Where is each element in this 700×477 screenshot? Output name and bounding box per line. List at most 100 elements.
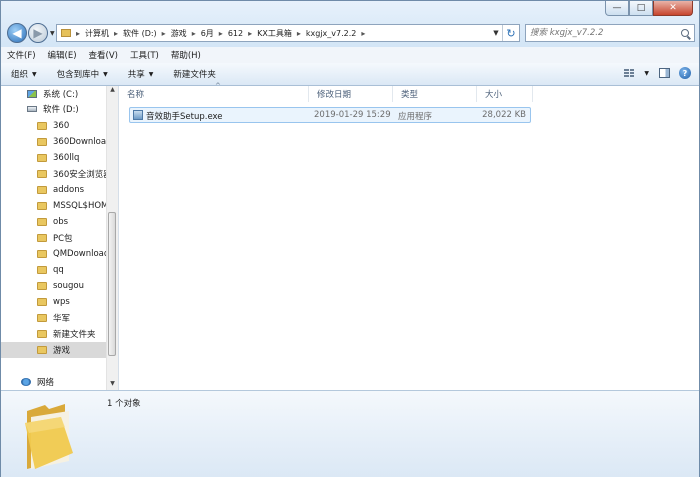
chevron-right-icon[interactable]: ▸ [248, 29, 252, 38]
search-icon[interactable] [681, 29, 689, 37]
nav-folder-item[interactable]: 360llq [1, 150, 118, 166]
chevron-right-icon[interactable]: ▸ [162, 29, 166, 38]
command-bar: 组织 ▼ 包含到库中 ▼ 共享 ▼ 新建文件夹 ▼ ? [1, 63, 699, 86]
view-controls: ▼ ? [622, 67, 691, 79]
chevron-right-icon[interactable]: ▸ [76, 29, 80, 38]
nav-folder-label: QMDownload [53, 249, 110, 259]
column-name-label: 名称 [127, 90, 145, 100]
nav-folder-item[interactable]: MSSQL$HOME [1, 198, 118, 214]
nav-folder-item[interactable]: wps [1, 294, 118, 310]
address-bar[interactable]: ▸ 计算机 ▸ 软件 (D:) ▸ 游戏 ▸ 6月 ▸ 612 ▸ KX工具箱 … [56, 24, 520, 42]
menu-tools[interactable]: 工具(T) [124, 49, 165, 61]
minimize-button[interactable]: — [605, 1, 629, 16]
nav-folder-label: MSSQL$HOME [53, 201, 114, 211]
share-label: 共享 [127, 70, 145, 80]
breadcrumb-games[interactable]: 游戏 [171, 28, 187, 39]
folder-icon [37, 138, 47, 146]
column-header-date[interactable]: 修改日期 [309, 86, 393, 102]
menu-bar: 文件(F) 编辑(E) 查看(V) 工具(T) 帮助(H) [1, 47, 699, 64]
file-list: 名称 ^ 修改日期 类型 大小 音效助手Setup.exe 2019-01-29… [119, 82, 699, 390]
chevron-down-icon: ▼ [103, 70, 108, 78]
organize-button[interactable]: 组织 ▼ [1, 68, 47, 80]
folder-icon [37, 282, 47, 290]
chevron-right-icon[interactable]: ▸ [297, 29, 301, 38]
nav-folder-item[interactable]: qq [1, 262, 118, 278]
column-header-size[interactable]: 大小 [477, 86, 533, 102]
nav-folder-item[interactable]: 游戏 [1, 342, 118, 358]
nav-item-drive-c[interactable]: 系统 (C:) [27, 86, 78, 102]
share-button[interactable]: 共享 ▼ [118, 68, 164, 80]
breadcrumb-drive-d[interactable]: 软件 (D:) [123, 28, 157, 39]
nav-folder-label: 360llq [53, 153, 80, 163]
nav-folder-item[interactable]: 360安全浏览器下载 [1, 166, 118, 182]
folder-icon [37, 234, 47, 242]
chevron-right-icon[interactable]: ▸ [114, 29, 118, 38]
refresh-icon[interactable]: ↻ [502, 25, 519, 41]
menu-file[interactable]: 文件(F) [1, 49, 42, 61]
navigation-pane: 系统 (C:) 软件 (D:) 360 360Downloads 360llq 360… [1, 86, 119, 390]
nav-folder-label: qq [53, 265, 64, 275]
file-type: 应用程序 [398, 112, 433, 122]
chevron-down-icon: ▼ [148, 70, 154, 78]
title-bar: — □ ✕ ◀ ▶ ▼ ▸ 计算机 ▸ 软件 (D:) ▸ 游戏 ▸ 6月 ▸ … [1, 1, 699, 47]
breadcrumb-612[interactable]: 612 [228, 29, 243, 38]
chevron-right-icon[interactable]: ▸ [361, 29, 365, 38]
close-button[interactable]: ✕ [653, 1, 693, 16]
breadcrumb-june[interactable]: 6月 [201, 28, 214, 39]
nav-folder-item[interactable]: sougou [1, 278, 118, 294]
nav-item-drive-d[interactable]: 软件 (D:) [27, 101, 79, 117]
breadcrumb-kx-toolbox[interactable]: KX工具箱 [257, 28, 292, 39]
column-header-type[interactable]: 类型 [393, 86, 477, 102]
scroll-thumb[interactable] [108, 212, 116, 356]
nav-folder-label: PC包 [53, 234, 73, 244]
file-row[interactable]: 音效助手Setup.exe 2019-01-29 15:29 应用程序 28,0… [129, 107, 531, 123]
breadcrumb-computer[interactable]: 计算机 [85, 28, 109, 39]
search-box[interactable] [525, 24, 695, 42]
nav-folder-label: obs [53, 217, 69, 227]
nav-folder-label: addons [53, 185, 85, 195]
nav-item-label: 系统 (C:) [43, 90, 79, 100]
nav-folder-item[interactable]: QMDownload [1, 246, 118, 262]
folder-icon [37, 330, 47, 338]
help-icon[interactable]: ? [679, 67, 691, 79]
nav-folder-item[interactable]: 360Downloads [1, 134, 118, 150]
recent-pages-dropdown-icon[interactable]: ▼ [50, 30, 55, 37]
nav-folder-label: sougou [53, 281, 84, 291]
drive-icon [27, 106, 37, 112]
explorer-window: — □ ✕ ◀ ▶ ▼ ▸ 计算机 ▸ 软件 (D:) ▸ 游戏 ▸ 6月 ▸ … [0, 0, 700, 477]
chevron-right-icon[interactable]: ▸ [219, 29, 223, 38]
nav-folder-label: 华军 [53, 314, 71, 324]
nav-item-label: 软件 (D:) [43, 105, 79, 115]
nav-scrollbar[interactable]: ▲ ▼ [106, 86, 118, 390]
window-controls: — □ ✕ [605, 1, 693, 16]
nav-item-network[interactable]: 网络 [21, 374, 54, 390]
nav-folder-item[interactable]: 新建文件夹 [1, 326, 118, 342]
file-date: 2019-01-29 15:29 [314, 110, 391, 120]
column-header-name[interactable]: 名称 ^ [119, 82, 309, 102]
menu-edit[interactable]: 编辑(E) [42, 49, 83, 61]
nav-folder-item[interactable]: 华军 [1, 310, 118, 326]
new-folder-button[interactable]: 新建文件夹 [163, 68, 226, 80]
folder-icon [37, 218, 47, 226]
nav-folder-item[interactable]: 360 [1, 118, 118, 134]
chevron-right-icon[interactable]: ▸ [192, 29, 196, 38]
folder-icon [37, 154, 47, 162]
forward-arrow-icon[interactable]: ▶ [28, 23, 48, 43]
include-in-library-button[interactable]: 包含到库中 ▼ [47, 68, 118, 80]
search-input[interactable] [526, 27, 672, 39]
back-arrow-icon[interactable]: ◀ [7, 23, 27, 43]
nav-folder-item[interactable]: obs [1, 214, 118, 230]
menu-view[interactable]: 查看(V) [83, 49, 124, 61]
nav-buttons: ◀ ▶ ▼ [7, 23, 55, 43]
nav-folder-item[interactable]: PC包 [1, 230, 118, 246]
menu-help[interactable]: 帮助(H) [165, 49, 207, 61]
preview-pane-icon[interactable] [657, 67, 671, 79]
address-dropdown-icon[interactable]: ▼ [490, 29, 502, 37]
scroll-up-icon[interactable]: ▲ [107, 86, 118, 96]
chevron-down-icon[interactable]: ▼ [644, 70, 649, 77]
scroll-down-icon[interactable]: ▼ [107, 380, 118, 390]
change-view-icon[interactable] [622, 67, 636, 79]
breadcrumb-current[interactable]: kxgjx_v7.2.2 [306, 29, 357, 38]
nav-folder-item[interactable]: addons [1, 182, 118, 198]
maximize-button[interactable]: □ [629, 1, 653, 16]
